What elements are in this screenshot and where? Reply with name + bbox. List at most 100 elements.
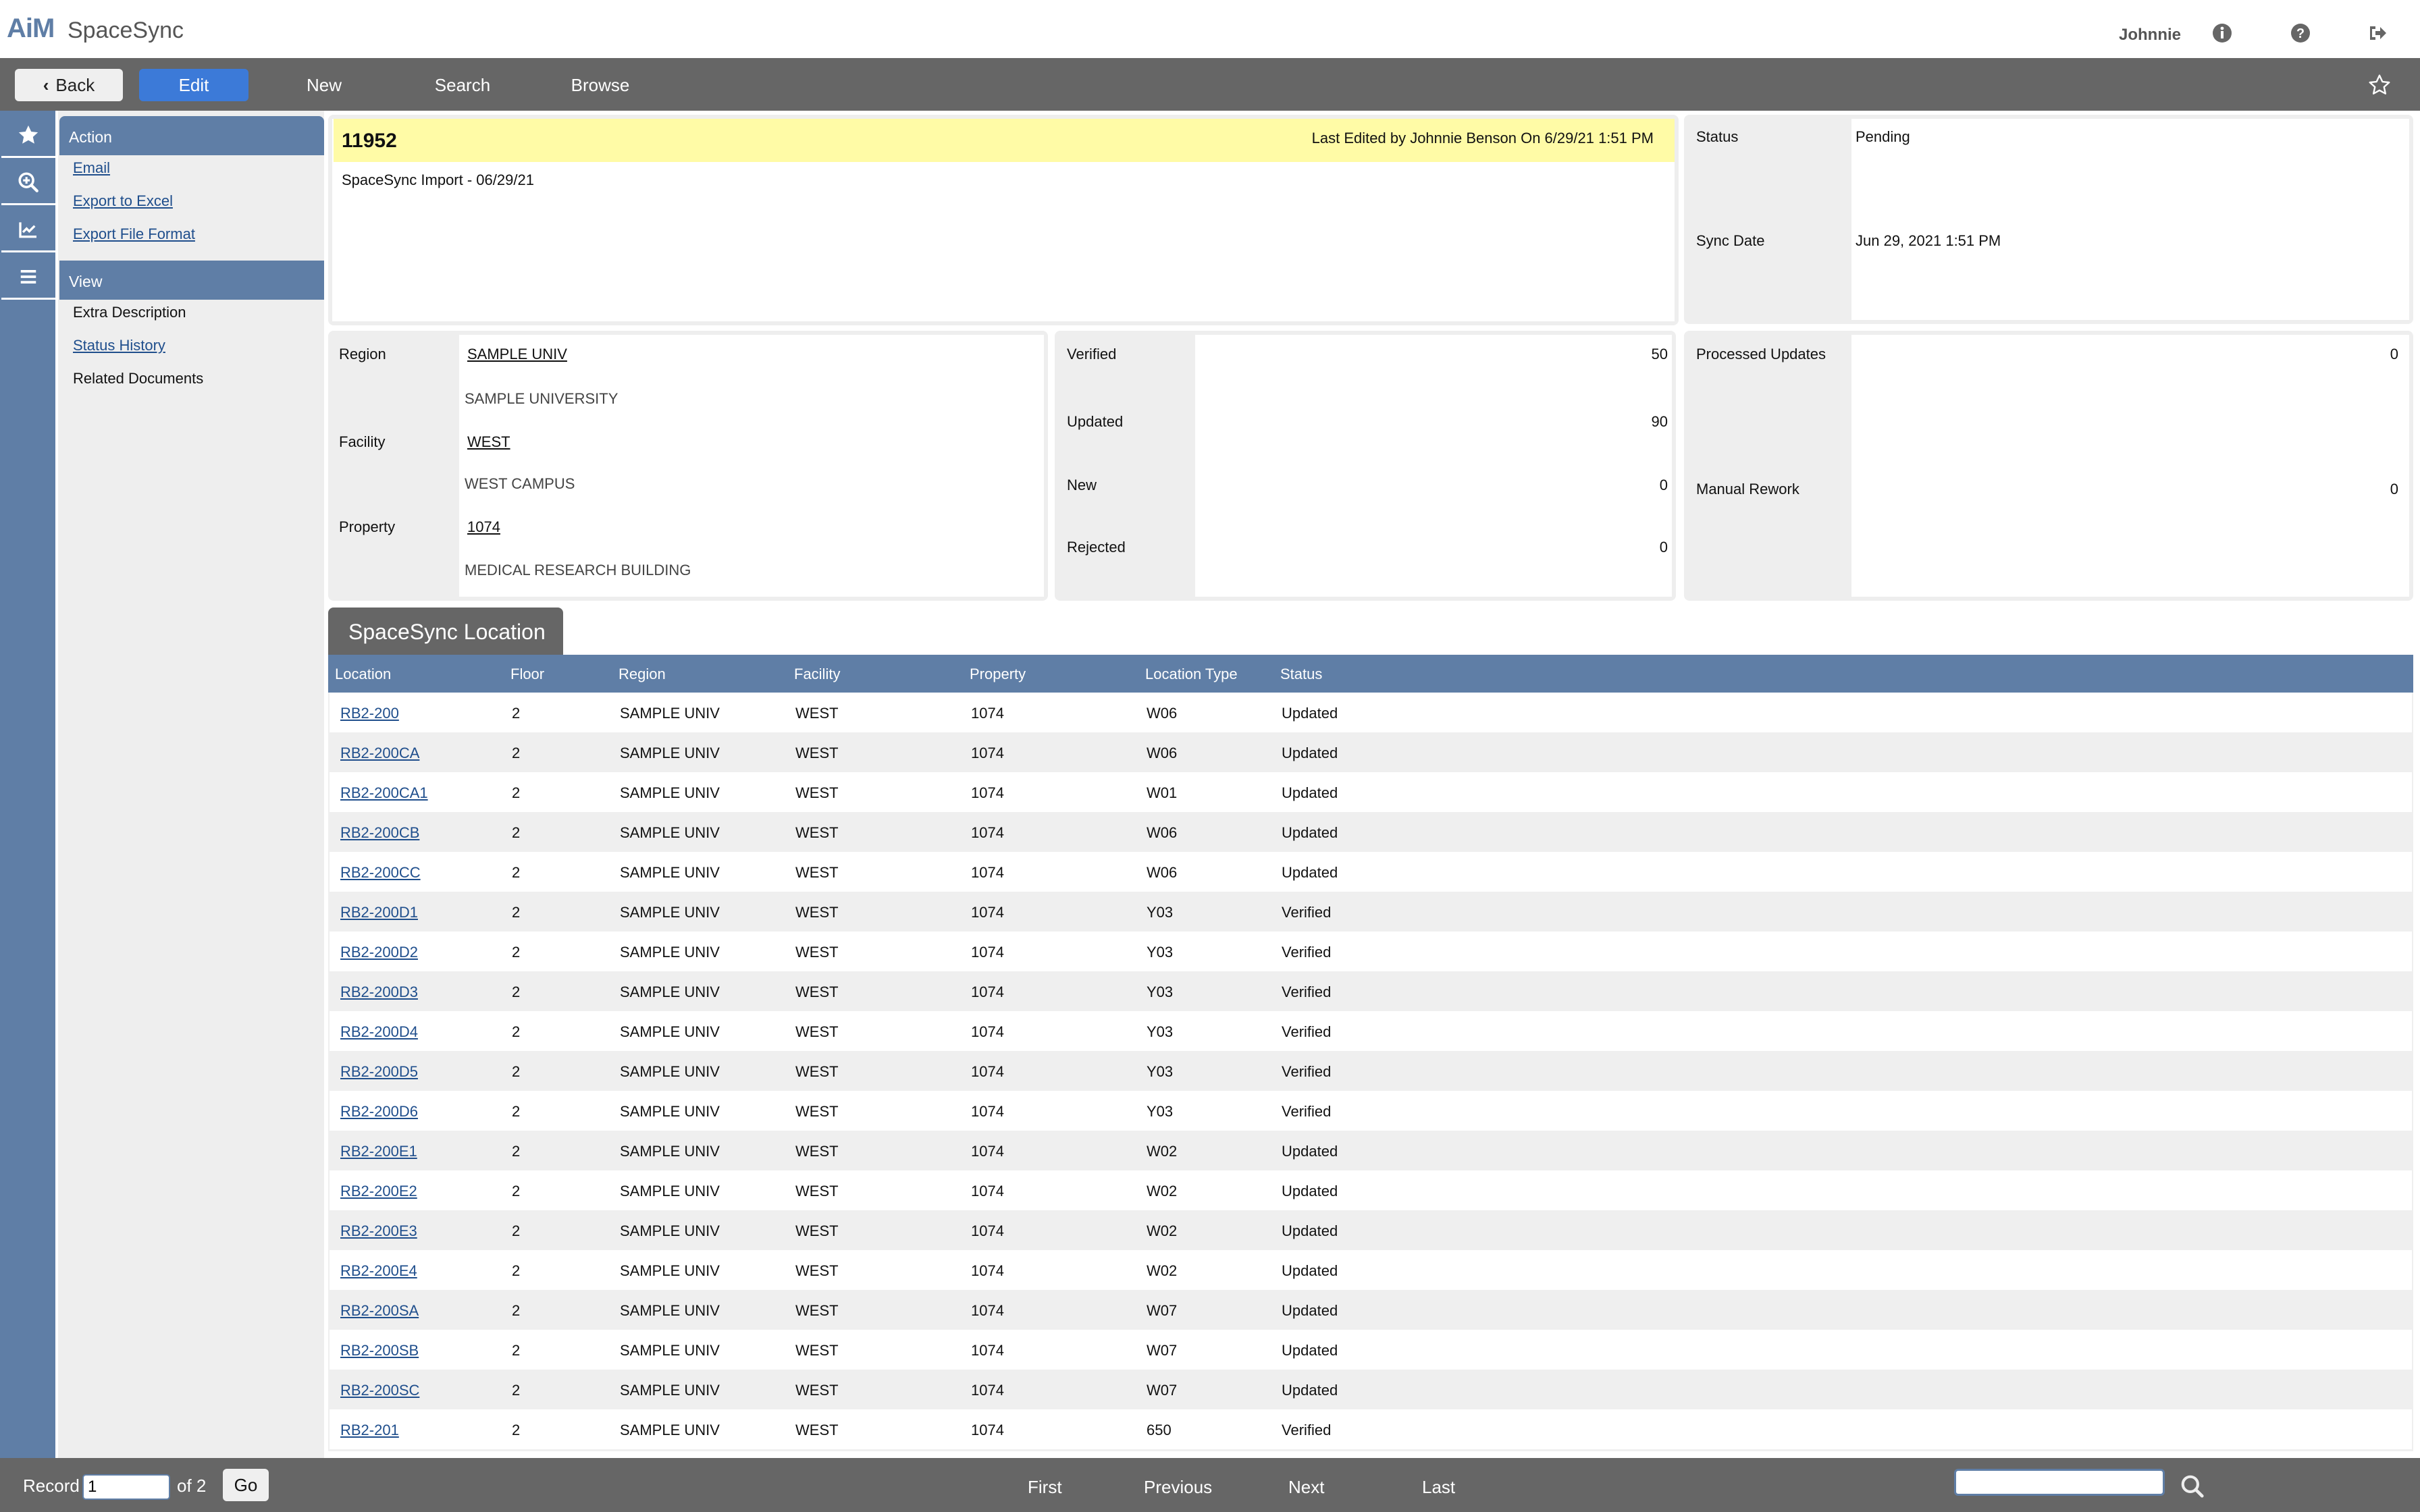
rail-menu[interactable]: [1, 255, 55, 300]
cell-location[interactable]: RB2-201: [340, 1422, 399, 1439]
cell-location[interactable]: RB2-200CA: [340, 745, 419, 762]
table-row[interactable]: RB2-200E1 2 SAMPLE UNIV WEST 1074 W02 Updated: [330, 1131, 2412, 1170]
rejected-label: Rejected: [1067, 539, 1126, 556]
record-number-input[interactable]: [82, 1474, 170, 1500]
action-export-excel[interactable]: Export to Excel: [73, 192, 173, 210]
table-header: Location Floor Region Facility Property …: [328, 655, 2413, 693]
table-row[interactable]: RB2-200CA1 2 SAMPLE UNIV WEST 1074 W01 Updated: [330, 772, 2412, 812]
last-button[interactable]: Last: [1422, 1477, 1455, 1498]
cell-property: 1074: [971, 944, 1004, 961]
table-row[interactable]: RB2-200CB 2 SAMPLE UNIV WEST 1074 W06 Updated: [330, 812, 2412, 852]
search-icon[interactable]: [2180, 1473, 2205, 1500]
cell-location[interactable]: RB2-200E1: [340, 1143, 417, 1160]
table-row[interactable]: RB2-200D5 2 SAMPLE UNIV WEST 1074 Y03 Verified: [330, 1051, 2412, 1091]
view-extra-description[interactable]: Extra Description: [73, 304, 186, 321]
cell-status: Verified: [1282, 1063, 1332, 1080]
rejected-count: 0: [1659, 539, 1668, 556]
next-button[interactable]: Next: [1288, 1477, 1324, 1498]
cell-facility: WEST: [795, 1382, 839, 1399]
logout-icon[interactable]: [2367, 23, 2388, 43]
col-region[interactable]: Region: [619, 666, 666, 683]
info-icon[interactable]: [2212, 23, 2232, 43]
table-row[interactable]: RB2-200CC 2 SAMPLE UNIV WEST 1074 W06 Updated: [330, 852, 2412, 892]
cell-location[interactable]: RB2-200CC: [340, 864, 421, 882]
col-floor[interactable]: Floor: [510, 666, 544, 683]
table-row[interactable]: RB2-200SB 2 SAMPLE UNIV WEST 1074 W07 Updated: [330, 1330, 2412, 1370]
cell-region: SAMPLE UNIV: [620, 1143, 720, 1160]
table-row[interactable]: RB2-200CA 2 SAMPLE UNIV WEST 1074 W06 Updated: [330, 732, 2412, 772]
col-status[interactable]: Status: [1280, 666, 1322, 683]
user-name[interactable]: Johnnie: [2119, 26, 2181, 45]
cell-facility: WEST: [795, 824, 839, 841]
cell-location[interactable]: RB2-200SB: [340, 1342, 419, 1359]
cell-location-type: Y03: [1147, 983, 1174, 1000]
cell-facility: WEST: [795, 705, 839, 722]
cell-location[interactable]: RB2-200D1: [340, 904, 418, 921]
footer-search-input[interactable]: [1954, 1469, 2165, 1496]
table-row[interactable]: RB2-201 2 SAMPLE UNIV WEST 1074 650 Verified: [330, 1409, 2412, 1449]
rail-chart[interactable]: [1, 208, 55, 252]
cell-location[interactable]: RB2-200SC: [340, 1382, 419, 1399]
manual-rework-count: 0: [2390, 481, 2398, 497]
action-export-file-format[interactable]: Export File Format: [73, 225, 195, 243]
cell-location[interactable]: RB2-200D5: [340, 1063, 418, 1081]
cell-location[interactable]: RB2-200D2: [340, 944, 418, 961]
verified-label: Verified: [1067, 346, 1117, 362]
cell-location-type: Y03: [1147, 1103, 1174, 1120]
cell-location[interactable]: RB2-200SA: [340, 1302, 419, 1320]
cell-floor: 2: [512, 1302, 521, 1319]
facility-link[interactable]: WEST: [467, 433, 510, 451]
view-related-documents[interactable]: Related Documents: [73, 370, 203, 387]
first-button[interactable]: First: [1028, 1477, 1062, 1498]
table-row[interactable]: RB2-200D6 2 SAMPLE UNIV WEST 1074 Y03 Verified: [330, 1091, 2412, 1131]
rail-favorites[interactable]: [1, 113, 55, 158]
table-row[interactable]: RB2-200SA 2 SAMPLE UNIV WEST 1074 W07 Updated: [330, 1290, 2412, 1330]
cell-location[interactable]: RB2-200: [340, 705, 399, 722]
help-icon[interactable]: ?: [2290, 23, 2311, 43]
previous-button[interactable]: Previous: [1144, 1477, 1212, 1498]
table-row[interactable]: RB2-200E4 2 SAMPLE UNIV WEST 1074 W02 Updated: [330, 1250, 2412, 1290]
cell-location[interactable]: RB2-200E4: [340, 1262, 417, 1280]
browse-button[interactable]: Browse: [556, 69, 644, 101]
table-row[interactable]: RB2-200D2 2 SAMPLE UNIV WEST 1074 Y03 Verified: [330, 932, 2412, 971]
table-row[interactable]: RB2-200E3 2 SAMPLE UNIV WEST 1074 W02 Updated: [330, 1210, 2412, 1250]
table-row[interactable]: RB2-200E2 2 SAMPLE UNIV WEST 1074 W02 Updated: [330, 1170, 2412, 1210]
cell-location[interactable]: RB2-200CA1: [340, 784, 428, 802]
star-outline-icon[interactable]: [2367, 73, 2392, 97]
cell-location[interactable]: RB2-200CB: [340, 824, 419, 842]
table-row[interactable]: RB2-200SC 2 SAMPLE UNIV WEST 1074 W07 Updated: [330, 1370, 2412, 1409]
col-property[interactable]: Property: [970, 666, 1026, 683]
property-link[interactable]: 1074: [467, 518, 500, 536]
region-link[interactable]: SAMPLE UNIV: [467, 346, 567, 363]
table-row[interactable]: RB2-200 2 SAMPLE UNIV WEST 1074 W06 Updated: [330, 693, 2412, 732]
processed-updates-label: Processed Updates: [1696, 346, 1826, 362]
col-location[interactable]: Location: [335, 666, 391, 683]
cell-location[interactable]: RB2-200E3: [340, 1222, 417, 1240]
cell-location[interactable]: RB2-200D4: [340, 1023, 418, 1041]
tab-spacesync-location[interactable]: SpaceSync Location: [328, 608, 563, 656]
back-button[interactable]: ‹ Back: [15, 69, 123, 101]
cell-property: 1074: [971, 1382, 1004, 1399]
cell-status: Updated: [1282, 705, 1338, 722]
table-row[interactable]: RB2-200D3 2 SAMPLE UNIV WEST 1074 Y03 Verified: [330, 971, 2412, 1011]
view-status-history[interactable]: Status History: [73, 337, 165, 354]
cell-location[interactable]: RB2-200E2: [340, 1183, 417, 1200]
table-row[interactable]: RB2-200D1 2 SAMPLE UNIV WEST 1074 Y03 Verified: [330, 892, 2412, 932]
chevron-left-icon: ‹: [43, 75, 49, 95]
rail-zoom[interactable]: [1, 161, 55, 205]
cell-location[interactable]: RB2-200D3: [340, 983, 418, 1001]
cell-floor: 2: [512, 1183, 521, 1199]
col-location-type[interactable]: Location Type: [1145, 666, 1238, 683]
cell-floor: 2: [512, 1023, 521, 1040]
menu-icon: [20, 269, 36, 284]
go-button[interactable]: Go: [223, 1469, 269, 1501]
action-email[interactable]: Email: [73, 159, 110, 177]
table-row[interactable]: RB2-200D4 2 SAMPLE UNIV WEST 1074 Y03 Verified: [330, 1011, 2412, 1051]
cell-location[interactable]: RB2-200D6: [340, 1103, 418, 1120]
cell-property: 1074: [971, 745, 1004, 761]
search-button[interactable]: Search: [419, 69, 506, 101]
edit-button[interactable]: Edit: [139, 69, 248, 101]
cell-location-type: Y03: [1147, 904, 1174, 921]
new-button[interactable]: New: [284, 69, 365, 101]
col-facility[interactable]: Facility: [794, 666, 840, 683]
